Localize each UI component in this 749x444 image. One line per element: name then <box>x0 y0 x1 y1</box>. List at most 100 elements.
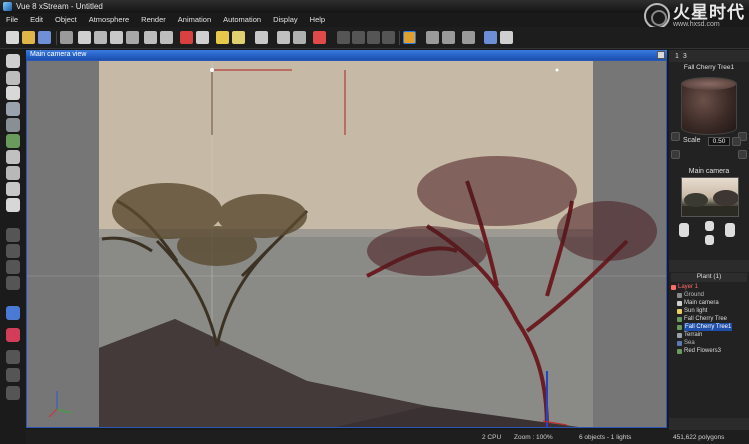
sun-icon <box>677 308 682 314</box>
rock-icon[interactable] <box>6 118 20 132</box>
hand-pan-icon[interactable] <box>679 223 689 237</box>
ecosystem-icon[interactable] <box>6 328 20 342</box>
material-menu-icon[interactable] <box>738 150 747 159</box>
options-icon[interactable] <box>484 31 497 44</box>
clouds-icon[interactable] <box>232 31 245 44</box>
camera-preview[interactable] <box>681 177 739 217</box>
material-icon[interactable] <box>180 31 193 44</box>
copy-icon[interactable] <box>94 31 107 44</box>
open-icon[interactable] <box>22 31 35 44</box>
menu-file[interactable]: File <box>6 15 18 24</box>
split-view-icon[interactable] <box>442 31 455 44</box>
water-icon[interactable] <box>6 166 20 180</box>
group-icon[interactable] <box>293 31 306 44</box>
text-tool-icon[interactable] <box>6 86 20 100</box>
menu-render[interactable]: Render <box>141 15 166 24</box>
menu-automation[interactable]: Automation <box>223 15 261 24</box>
redo-icon[interactable] <box>160 31 173 44</box>
cut-icon[interactable] <box>78 31 91 44</box>
object-icon[interactable] <box>255 31 268 44</box>
link-icon[interactable] <box>277 31 290 44</box>
paste-icon[interactable] <box>110 31 123 44</box>
plant-item-icon <box>677 348 682 354</box>
title-bar: Vue 8 xStream - Untitled <box>0 0 749 13</box>
render-icon[interactable] <box>352 31 365 44</box>
render-area-icon[interactable] <box>367 31 380 44</box>
scale-icon[interactable] <box>6 260 20 274</box>
edit-material-icon[interactable] <box>671 132 680 141</box>
status-bar: 2 CPU Zoom : 100% 6 objects - 1 lights 4… <box>26 430 749 444</box>
scene-toolbar[interactable] <box>669 418 749 430</box>
tree-item[interactable]: Sea <box>671 339 747 347</box>
plant-item-icon <box>677 316 682 322</box>
tree-item[interactable]: Fall Cherry Tree <box>671 315 747 323</box>
light-icon[interactable] <box>6 182 20 196</box>
render-preview-icon[interactable] <box>337 31 350 44</box>
camera-zoom-icon[interactable] <box>705 221 714 231</box>
camera-orbit-icon[interactable] <box>725 223 735 237</box>
tree-item[interactable]: Main camera <box>671 299 747 307</box>
menu-object[interactable]: Object <box>55 15 77 24</box>
undo-icon[interactable] <box>144 31 157 44</box>
vue-app-icon <box>3 2 12 11</box>
scale-input[interactable]: 0.50 <box>708 137 730 146</box>
save-icon[interactable] <box>38 31 51 44</box>
panel-tab-3[interactable]: 3 <box>683 53 687 60</box>
tree-item[interactable]: Sun light <box>671 307 747 315</box>
camera-label: Main camera <box>688 168 730 175</box>
paint-icon[interactable] <box>6 350 20 364</box>
layout-icon[interactable] <box>426 31 439 44</box>
tree-item[interactable]: Terrain <box>671 331 747 339</box>
timeline-icon[interactable] <box>462 31 475 44</box>
plant-icon[interactable] <box>6 134 20 148</box>
cylinder-icon[interactable] <box>6 71 20 85</box>
main-camera-viewport[interactable] <box>26 60 667 428</box>
terrain-icon[interactable] <box>6 102 20 116</box>
viewport-title-bar[interactable]: Main camera view <box>26 50 667 60</box>
scene-tabs[interactable] <box>669 260 749 272</box>
brand-name: 火星时代 <box>673 2 745 22</box>
drop-icon[interactable] <box>6 276 20 290</box>
tree-item[interactable]: Layer 1 <box>671 283 747 291</box>
library-icon[interactable] <box>6 386 20 400</box>
sphere-icon[interactable] <box>6 54 20 68</box>
camera-dolly-icon[interactable] <box>705 235 714 245</box>
menu-help[interactable]: Help <box>310 15 325 24</box>
status-zoom: Zoom : 100% <box>514 433 553 441</box>
move-icon[interactable] <box>6 228 20 242</box>
terrain-item-icon <box>677 332 682 338</box>
camera-view-icon[interactable] <box>403 31 416 44</box>
material-preview[interactable] <box>681 77 737 135</box>
panel-tabs: 1 3 <box>669 50 749 62</box>
new-scene-icon[interactable] <box>6 31 19 44</box>
rotate-icon[interactable] <box>6 244 20 258</box>
help-icon[interactable] <box>500 31 513 44</box>
tree-item[interactable]: Fall Cherry Tree1 <box>671 323 747 331</box>
material-name: Fall Cherry Tree1 <box>683 64 735 71</box>
menu-animation[interactable]: Animation <box>178 15 211 24</box>
scale-spinner-icon[interactable] <box>732 137 741 146</box>
align-icon[interactable] <box>671 150 680 159</box>
scatter-icon[interactable] <box>6 368 20 382</box>
sky-editor-icon[interactable] <box>216 31 229 44</box>
plant-editor-icon[interactable] <box>196 31 209 44</box>
camera-controls <box>677 221 743 251</box>
logo-icon <box>644 3 670 29</box>
menu-edit[interactable]: Edit <box>30 15 43 24</box>
duplicate-icon[interactable] <box>126 31 139 44</box>
maximize-viewport-icon[interactable] <box>657 51 665 59</box>
menu-atmosphere[interactable]: Atmosphere <box>89 15 129 24</box>
menu-bar: File Edit Object Atmosphere Render Anima… <box>0 13 620 25</box>
tree-item[interactable]: Ground <box>671 291 747 299</box>
menu-display[interactable]: Display <box>273 15 298 24</box>
planet-icon[interactable] <box>6 306 20 320</box>
render-stop-icon[interactable] <box>382 31 395 44</box>
panel-tab-1[interactable]: 1 <box>675 53 679 60</box>
save-as-icon[interactable] <box>60 31 73 44</box>
camera-icon[interactable] <box>6 198 20 212</box>
tree-item[interactable]: Red Flowers3 <box>671 347 747 355</box>
sea-icon <box>677 340 682 346</box>
metablob-icon[interactable] <box>6 150 20 164</box>
color-icon[interactable] <box>313 31 326 44</box>
layer-icon <box>671 284 676 290</box>
